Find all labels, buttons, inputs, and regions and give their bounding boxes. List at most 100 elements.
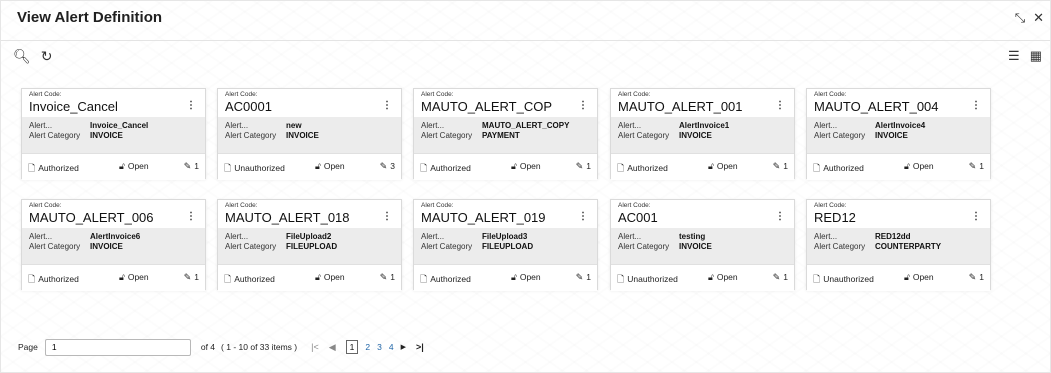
edit-count-indicator: ✎ 1	[576, 161, 591, 172]
view-alert-definition-window: View Alert Definition ⤡ ✕ 🔍︎ ↻ ☰ ▦ Alert…	[0, 0, 1051, 373]
alert-label: Alert...	[618, 121, 642, 130]
alert-card[interactable]: Alert Code: MAUTO_ALERT_001 ⋮ Alert... Alert…	[610, 88, 795, 180]
edit-count: 1	[783, 272, 788, 282]
alert-code-label: Alert Code:	[421, 91, 454, 98]
open-status: Open	[127, 272, 149, 282]
alert-category-value: INVOICE	[90, 242, 123, 251]
alert-category-label: Alert Category	[814, 242, 866, 251]
edit-icon: ✎	[575, 272, 584, 282]
page-link-3[interactable]: 3	[377, 342, 382, 352]
previous-page-icon[interactable]: ◀	[329, 342, 336, 353]
more-options-icon[interactable]: ⋮	[186, 100, 196, 111]
alert-card[interactable]: Alert Code: MAUTO_ALERT_COP ⋮ Alert... MAUTO…	[413, 88, 598, 180]
first-page-icon[interactable]: |<	[311, 342, 319, 352]
authorization-status: Unauthorized	[234, 163, 285, 173]
status-indicator: 🗋︎ Authorized	[420, 272, 471, 288]
unlock-icon: 🔓︎	[315, 161, 321, 171]
edit-icon: ✎	[379, 272, 388, 282]
page-label: Page	[18, 342, 38, 352]
page-link-1[interactable]: 1	[345, 340, 359, 354]
alert-code-value: RED12	[814, 210, 856, 225]
edit-count: 1	[586, 272, 591, 282]
grid-view-icon[interactable]: ▦	[1030, 49, 1042, 62]
page-input[interactable]	[44, 338, 191, 356]
status-indicator: 🗋︎ Unauthorized	[224, 161, 285, 177]
alert-code-label: Alert Code:	[225, 91, 258, 98]
alert-category-value: FILEUPLOAD	[482, 242, 534, 251]
document-icon: 🗋︎	[617, 163, 625, 173]
more-options-icon[interactable]: ⋮	[775, 211, 785, 222]
authorization-status: Unauthorized	[627, 274, 678, 284]
alert-card[interactable]: Alert Code: MAUTO_ALERT_004 ⋮ Alert... Alert…	[806, 88, 991, 180]
alert-value: new	[286, 121, 302, 130]
edit-count: 1	[979, 272, 984, 282]
edit-count-indicator: ✎ 1	[184, 161, 199, 172]
alert-label: Alert...	[29, 232, 53, 241]
alert-card[interactable]: Alert Code: Invoice_Cancel ⋮ Alert... Invoic…	[21, 88, 206, 180]
card-footer: 🗋︎ Unauthorized 🔓︎ Open ✎ 1	[611, 264, 794, 291]
status-indicator: 🗋︎ Authorized	[28, 272, 79, 288]
next-page-icon[interactable]: ▶	[401, 343, 406, 351]
search-icon[interactable]: 🔍︎	[13, 49, 31, 63]
page-link-4[interactable]: 4	[389, 342, 394, 352]
edit-count-indicator: ✎ 1	[969, 161, 984, 172]
document-icon: 🗋︎	[813, 274, 821, 284]
list-view-icon[interactable]: ☰	[1008, 49, 1020, 62]
alert-card[interactable]: Alert Code: MAUTO_ALERT_018 ⋮ Alert... FileU…	[217, 199, 402, 291]
more-options-icon[interactable]: ⋮	[578, 211, 588, 222]
more-options-icon[interactable]: ⋮	[578, 100, 588, 111]
alert-card[interactable]: Alert Code: AC001 ⋮ Alert... testing Alert Ca…	[610, 199, 795, 291]
unlock-icon: 🔓︎	[315, 272, 321, 282]
more-options-icon[interactable]: ⋮	[971, 211, 981, 222]
last-page-icon[interactable]: >|	[416, 342, 424, 352]
more-options-icon[interactable]: ⋮	[382, 100, 392, 111]
edit-icon: ✎	[772, 161, 781, 171]
page-count: of 4	[200, 342, 216, 352]
more-options-icon[interactable]: ⋮	[971, 100, 981, 111]
alert-row: Alert... FileUpload2	[225, 232, 395, 242]
close-icon[interactable]: ✕	[1033, 11, 1044, 24]
alert-card[interactable]: Alert Code: MAUTO_ALERT_019 ⋮ Alert... FileU…	[413, 199, 598, 291]
more-options-icon[interactable]: ⋮	[186, 211, 196, 222]
open-status: Open	[912, 161, 934, 171]
edit-count-indicator: ✎ 1	[380, 272, 395, 283]
alert-card[interactable]: Alert Code: RED12 ⋮ Alert... RED12dd Alert Ca…	[806, 199, 991, 291]
open-status: Open	[912, 272, 934, 282]
document-icon: 🗋︎	[28, 274, 36, 284]
status-indicator: 🗋︎ Authorized	[28, 161, 79, 177]
alert-code-label: Alert Code:	[225, 202, 258, 209]
alert-card[interactable]: Alert Code: AC0001 ⋮ Alert... new Alert Categ…	[217, 88, 402, 180]
open-indicator: 🔓︎ Open	[511, 161, 541, 172]
expand-icon[interactable]: ⤡	[1015, 11, 1025, 24]
card-header: Alert Code: Invoice_Cancel ⋮	[22, 89, 205, 117]
alert-code-label: Alert Code:	[421, 202, 454, 209]
unlock-icon: 🔓︎	[904, 161, 910, 171]
document-icon: 🗋︎	[420, 163, 428, 173]
alert-category-row: Alert Category INVOICE	[29, 242, 199, 252]
alert-row: Alert... MAUTO_ALERT_COPY	[421, 121, 591, 131]
alert-category-row: Alert Category INVOICE	[29, 131, 199, 141]
card-header: Alert Code: AC001 ⋮	[611, 200, 794, 228]
status-indicator: 🗋︎ Unauthorized	[617, 272, 678, 288]
open-status: Open	[519, 272, 541, 282]
status-indicator: 🗋︎ Unauthorized	[813, 272, 874, 288]
edit-count: 1	[783, 161, 788, 171]
alert-value: testing	[679, 232, 706, 241]
card-details: Alert... MAUTO_ALERT_COPY Alert Category PA…	[421, 121, 591, 141]
more-options-icon[interactable]: ⋮	[775, 100, 785, 111]
page-link-2[interactable]: 2	[365, 342, 370, 352]
alert-value: AlertInvoice1	[679, 121, 730, 130]
alert-label: Alert...	[225, 121, 249, 130]
alert-code-label: Alert Code:	[618, 202, 651, 209]
more-options-icon[interactable]: ⋮	[382, 211, 392, 222]
alert-code-value: AC0001	[225, 99, 272, 114]
alert-row: Alert... AlertInvoice6	[29, 232, 199, 242]
open-status: Open	[323, 161, 345, 171]
refresh-icon[interactable]: ↻	[41, 49, 53, 63]
unlock-icon: 🔓︎	[511, 161, 517, 171]
alert-code-value: MAUTO_ALERT_COP	[421, 99, 553, 114]
alert-category-value: INVOICE	[875, 131, 908, 140]
title-bar: View Alert Definition ⤡ ✕	[1, 1, 1050, 41]
card-header: Alert Code: MAUTO_ALERT_COP ⋮	[414, 89, 597, 117]
alert-card[interactable]: Alert Code: MAUTO_ALERT_006 ⋮ Alert... Alert…	[21, 199, 206, 291]
